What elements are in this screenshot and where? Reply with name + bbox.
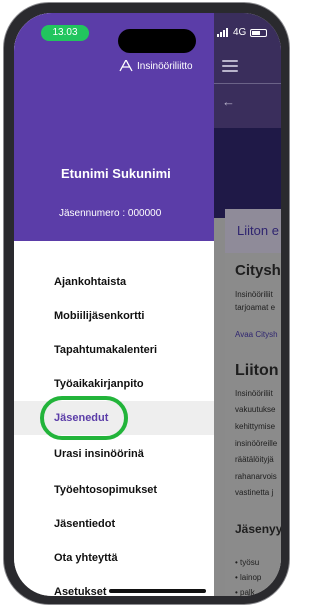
phone-frame: ← Liiton e Citysh Insinööriliit tarjoama… (3, 2, 290, 605)
section-text: vakuutukse (235, 405, 276, 414)
section-text: räätälöityjä (235, 455, 274, 464)
content-hero (214, 128, 281, 218)
section-text: vastinetta j (235, 488, 274, 497)
bullet-item: • työsu (235, 558, 260, 567)
header-divider (214, 83, 281, 84)
nav-item-tapahtumakalenteri[interactable]: Tapahtumakalenteri (14, 333, 214, 367)
highlight-annotation-ring (40, 396, 128, 440)
nav-item-tyoaikakirjanpito[interactable]: Työaikakirjanpito (14, 367, 214, 401)
network-type: 4G (233, 27, 247, 38)
bullet-item: • lainop (235, 573, 262, 582)
section-text: Insinööriliit (235, 290, 273, 299)
dynamic-island (118, 29, 196, 53)
logo-mark-icon (119, 60, 133, 72)
content-tab[interactable]: Liiton e (225, 209, 281, 253)
content-card: Liiton e Citysh Insinööriliit tarjoamat … (225, 209, 281, 596)
section-text: insinööreille (235, 439, 278, 448)
nav-item-ota-yhteytta[interactable]: Ota yhteyttä (14, 541, 214, 575)
navigation-drawer: Insinööriliitto Etunimi Sukunimi Jäsennu… (14, 13, 214, 596)
battery-icon (250, 28, 268, 37)
section-title-jasenyys: Jäsenyy (235, 522, 281, 536)
section-text: Insinööriliit (235, 389, 273, 398)
cityshop-link[interactable]: Avaa Citysh (235, 330, 278, 339)
bullet-item: • palk (235, 588, 255, 596)
section-text: rahanarvois (235, 472, 277, 481)
signal-bars-icon (217, 28, 228, 37)
nav-item-mobiilijasenkortti[interactable]: Mobiilijäsenkortti (14, 299, 214, 333)
status-time-pill: 13.03 (41, 25, 89, 41)
status-indicators: 4G (217, 27, 268, 38)
content-tab-label: Liiton e (237, 223, 279, 238)
phone-screen: ← Liiton e Citysh Insinööriliit tarjoama… (14, 13, 281, 596)
nav-item-tyoehtosopimukset[interactable]: Työehtosopimukset (14, 473, 214, 507)
member-number: Jäsennumero : 000000 (59, 208, 162, 219)
user-name: Etunimi Sukunimi (61, 166, 171, 181)
section-title-cityshop: Citysh (235, 262, 281, 279)
back-arrow-icon[interactable]: ← (222, 95, 235, 108)
hamburger-menu-icon[interactable] (222, 60, 238, 72)
nav-item-jasentiedot[interactable]: Jäsentiedot (14, 507, 214, 541)
logo-text: Insinööriliitto (137, 60, 193, 72)
nav-item-ajankohtaista[interactable]: Ajankohtaista (14, 265, 214, 299)
section-title-liiton: Liiton (235, 362, 279, 379)
nav-item-urasi-insinoorina[interactable]: Urasi insinöörinä (14, 437, 214, 471)
section-text: kehittymise (235, 422, 276, 431)
app-logo: Insinööriliitto (119, 60, 193, 72)
home-indicator[interactable] (109, 589, 206, 593)
section-text: tarjoamat e (235, 303, 276, 312)
